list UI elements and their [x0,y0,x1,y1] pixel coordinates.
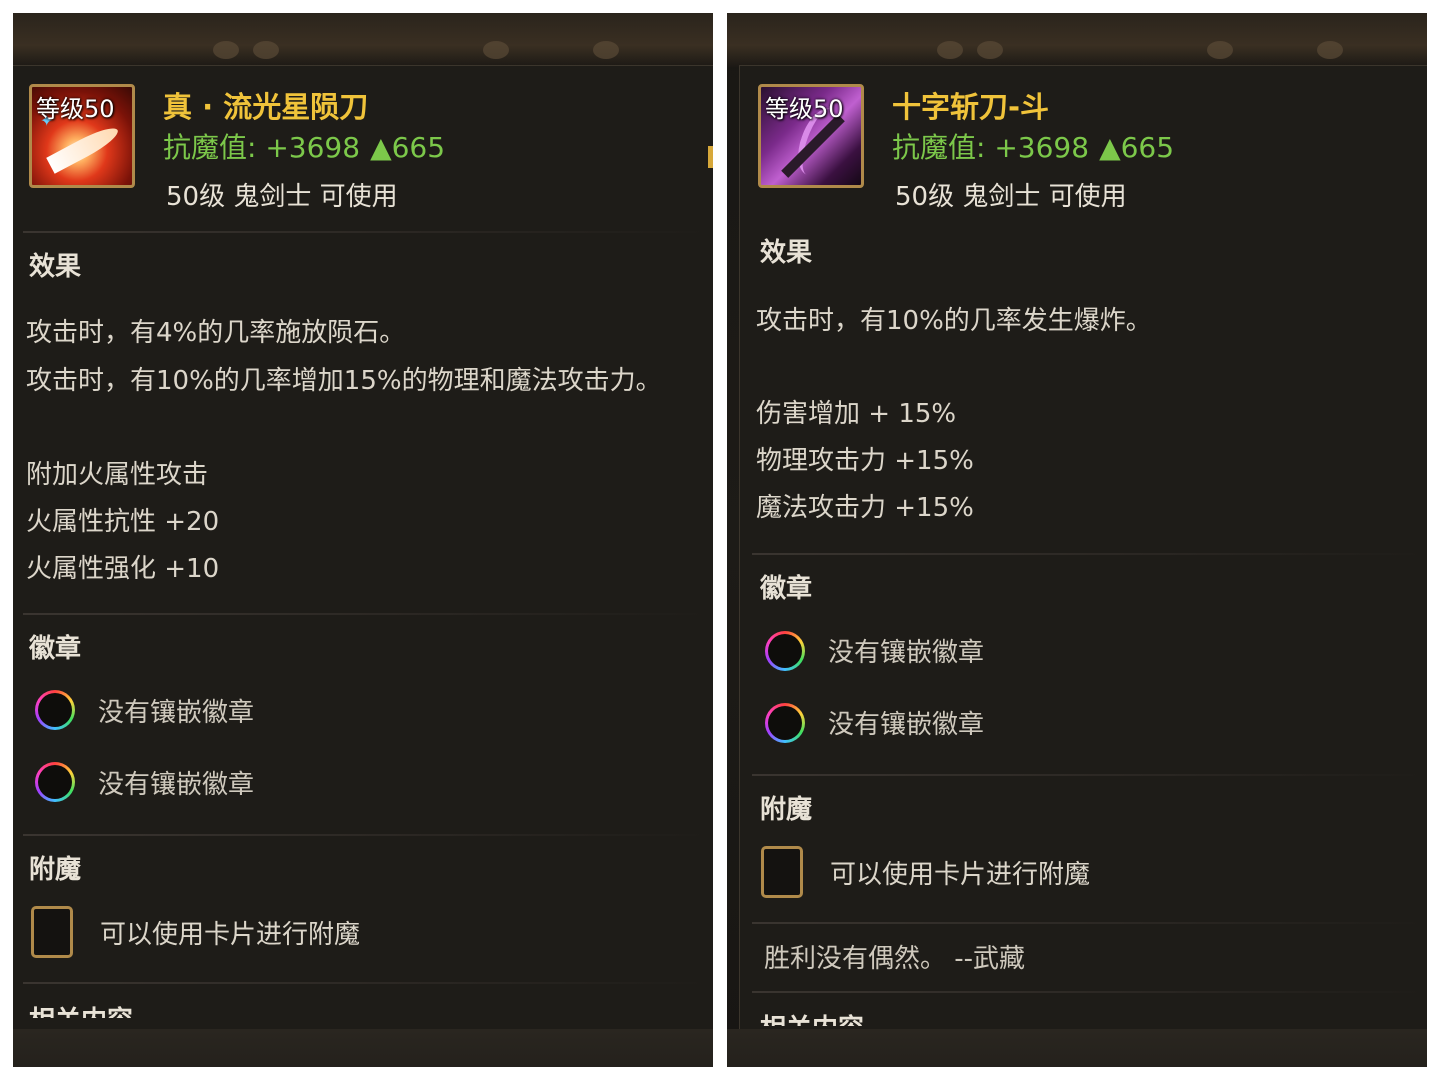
blade-shape [46,122,122,174]
usable-requirement: 50级 鬼剑士 可使用 [895,182,1127,212]
bonus-line: 伤害增加 + 15% [756,399,957,429]
bonus-line: 魔法攻击力 +15% [756,493,974,523]
divider [23,982,713,984]
item-tooltip-left: ✦ 等级50 真 · 流光星陨刀 抗魔值: +3698 ▲665 50级 鬼剑士 … [13,13,713,1067]
card-slot-icon[interactable] [761,846,803,898]
emblem-socket-icon[interactable] [765,703,805,743]
stat-label: 抗魔值: +3698 [892,131,1090,164]
cross-blade-icon[interactable]: 等级50 [758,84,864,188]
divider [752,553,1427,555]
anti-magic-stat: 抗魔值: +3698 ▲665 [163,126,445,166]
emblem-socket-icon[interactable] [35,762,75,802]
effect-title: 效果 [760,238,813,268]
background-strip [727,13,1427,67]
socket-label: 没有镶嵌徽章 [828,710,985,740]
emblem-socket-icon[interactable] [765,631,805,671]
bonus-line: 附加火属性攻击 [26,460,209,490]
flavor-quote: 胜利没有偶然。 --武藏 [764,944,1026,974]
socket-label: 没有镶嵌徽章 [828,638,985,668]
socket-label: 没有镶嵌徽章 [98,770,255,800]
tooltip-card: 等级50 十字斩刀-斗 抗魔值: +3698 ▲665 50级 鬼剑士 可使用 效… [739,65,1427,1030]
emblem-title: 徽章 [29,634,82,664]
usable-requirement: 50级 鬼剑士 可使用 [166,182,398,212]
effect-line: 攻击时，有10%的几率增加15%的物理和魔法攻击力。 [26,366,662,396]
bonus-line: 火属性抗性 +20 [26,507,220,537]
card-slot-icon[interactable] [31,906,73,958]
enchant-title: 附魔 [760,795,813,825]
bonus-line: 火属性强化 +10 [26,554,220,584]
fire-blade-icon[interactable]: ✦ 等级50 [29,84,135,188]
effect-line: 攻击时，有4%的几率施放陨石。 [26,318,406,348]
edge-marker [708,146,713,168]
bonus-line: 物理攻击力 +15% [756,446,974,476]
bottom-strip [13,1029,713,1067]
level-badge: 等级50 [36,95,115,123]
divider [752,922,1427,924]
enchant-title: 附魔 [29,855,82,885]
stat-label: 抗魔值: +3698 [163,131,361,164]
divider [23,231,713,233]
socket-label: 没有镶嵌徽章 [98,698,255,728]
anti-magic-stat: 抗魔值: +3698 ▲665 [892,126,1174,166]
item-name: 十字斩刀-斗 [892,90,1050,124]
item-name: 真 · 流光星陨刀 [163,90,369,124]
divider [23,834,713,836]
related-title: 相关内容 [760,1008,864,1026]
enchant-text: 可以使用卡片进行附魔 [830,860,1091,890]
stat-increase: ▲665 [1099,131,1175,164]
divider [752,991,1427,993]
effect-line: 攻击时，有10%的几率发生爆炸。 [756,306,1152,336]
level-badge: 等级50 [765,95,844,123]
tooltip-card: ✦ 等级50 真 · 流光星陨刀 抗魔值: +3698 ▲665 50级 鬼剑士 … [13,65,713,1030]
related-title: 相关内容 [29,1000,133,1018]
item-tooltip-right: 等级50 十字斩刀-斗 抗魔值: +3698 ▲665 50级 鬼剑士 可使用 效… [727,13,1427,1067]
emblem-socket-icon[interactable] [35,690,75,730]
enchant-text: 可以使用卡片进行附魔 [100,920,361,950]
emblem-title: 徽章 [760,574,813,604]
effect-title: 效果 [29,252,82,282]
background-strip [13,13,713,67]
divider [752,774,1427,776]
bottom-strip [727,1029,1427,1067]
stat-increase: ▲665 [370,131,446,164]
divider [23,613,713,615]
